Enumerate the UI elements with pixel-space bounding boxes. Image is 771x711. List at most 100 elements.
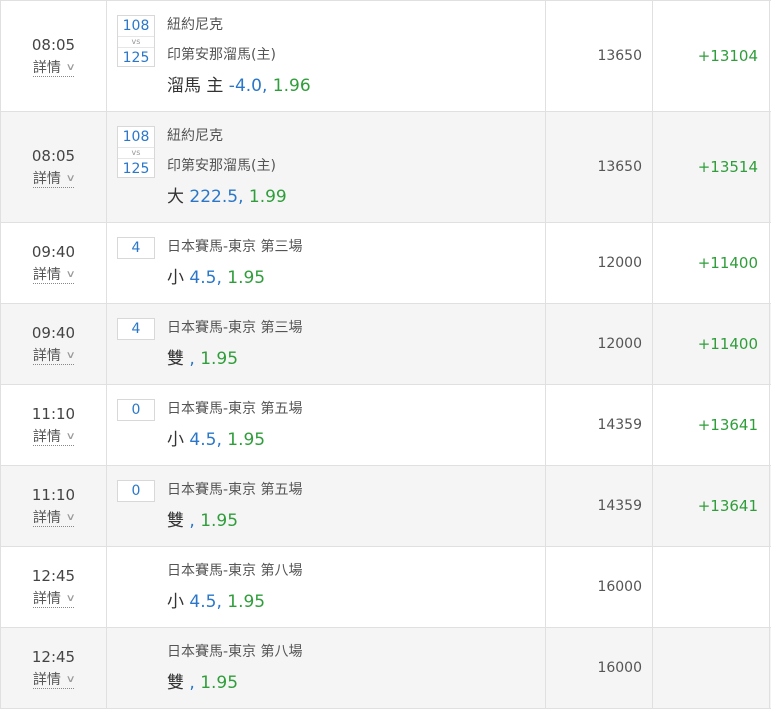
return-cell: +13641 (653, 466, 770, 546)
bet-selection: 小 4.5, 1.95 (167, 429, 537, 451)
odds: 1.99 (243, 187, 287, 207)
vs-label: vs (118, 147, 154, 159)
time-cell: 12:45 詳情 ∨ (0, 547, 107, 627)
event-name: 日本賽馬-東京 第五場 (167, 401, 303, 417)
table-row: 09:40 詳情 ∨ 4 日本賽馬-東京 第三場 雙 , 1.95 12000 … (0, 304, 771, 385)
chevron-down-icon: ∨ (65, 349, 76, 361)
handicap-line: 4.5 (184, 268, 217, 288)
chevron-down-icon: ∨ (65, 172, 76, 184)
details-label: 詳情 (32, 170, 61, 187)
details-label: 詳情 (32, 590, 61, 607)
handicap-line: 4.5 (184, 592, 217, 612)
selection: 雙 (167, 511, 184, 531)
odds: 1.95 (194, 511, 239, 531)
event-name: 日本賽馬-東京 第八場 (167, 563, 303, 579)
time-cell: 08:05 詳情 ∨ (0, 112, 107, 222)
odds: 1.95 (194, 673, 239, 693)
stake-cell: 14359 (546, 385, 653, 465)
away-score: 125 (122, 161, 150, 177)
table-row: 12:45 詳情 ∨ 日本賽馬-東京 第八場 小 4.5, 1.95 16000 (0, 547, 771, 628)
bet-selection: 雙 , 1.95 (167, 510, 537, 532)
result-box: 0 (117, 480, 155, 502)
bet-selection: 小 4.5, 1.95 (167, 591, 537, 613)
event-name: 日本賽馬-東京 第三場 (167, 239, 303, 255)
details-label: 詳情 (32, 59, 61, 76)
odds: 1.95 (221, 268, 266, 288)
details-toggle[interactable]: 詳情 ∨ (32, 347, 76, 365)
away-score: 125 (122, 50, 150, 66)
handicap-line: 222.5 (184, 187, 239, 207)
event-name: 日本賽馬-東京 第八場 (167, 644, 303, 660)
selection: 小 (167, 268, 184, 288)
team-home: 印第安那溜馬(主) (167, 47, 276, 63)
bet-history-table: 08:05 詳情 ∨ 108 vs 125 紐約尼克 印第安那溜馬(主) 溜馬 … (0, 0, 771, 709)
bet-selection: 溜馬 主 -4.0, 1.96 (167, 75, 537, 97)
stake-cell: 12000 (546, 304, 653, 384)
score-box: 108 vs 125 (117, 15, 155, 67)
stake-cell: 16000 (546, 628, 653, 708)
home-score: 108 (122, 129, 150, 145)
event-cell: 4 日本賽馬-東京 第三場 雙 , 1.95 (107, 304, 546, 384)
table-row: 09:40 詳情 ∨ 4 日本賽馬-東京 第三場 小 4.5, 1.95 120… (0, 223, 771, 304)
chevron-down-icon: ∨ (65, 592, 76, 604)
bet-time: 11:10 (31, 485, 76, 504)
event-cell: 0 日本賽馬-東京 第五場 小 4.5, 1.95 (107, 385, 546, 465)
bet-selection: 大 222.5, 1.99 (167, 186, 537, 208)
details-toggle[interactable]: 詳情 ∨ (32, 590, 76, 608)
table-row: 08:05 詳情 ∨ 108 vs 125 紐約尼克 印第安那溜馬(主) 溜馬 … (0, 1, 771, 112)
bet-time: 09:40 (31, 242, 76, 261)
event-cell: 日本賽馬-東京 第八場 雙 , 1.95 (107, 628, 546, 708)
return-cell: +13514 (653, 112, 770, 222)
stake-cell: 16000 (546, 547, 653, 627)
event-cell: 日本賽馬-東京 第八場 小 4.5, 1.95 (107, 547, 546, 627)
odds: 1.96 (267, 76, 311, 96)
bet-time: 08:05 (31, 146, 76, 165)
odds: 1.95 (194, 349, 239, 369)
chevron-down-icon: ∨ (65, 430, 76, 442)
selection: 小 (167, 430, 184, 450)
chevron-down-icon: ∨ (65, 511, 76, 523)
details-toggle[interactable]: 詳情 ∨ (32, 266, 76, 284)
event-name: 日本賽馬-東京 第五場 (167, 482, 303, 498)
event-cell: 108 vs 125 紐約尼克 印第安那溜馬(主) 溜馬 主 -4.0, 1.9… (107, 1, 546, 111)
details-toggle[interactable]: 詳情 ∨ (32, 672, 76, 689)
selection: 大 (167, 187, 184, 207)
odds: 1.95 (221, 592, 266, 612)
time-cell: 12:45 詳情 ∨ (0, 628, 107, 708)
table-row: 12:45 詳情 ∨ 日本賽馬-東京 第八場 雙 , 1.95 16000 (0, 628, 771, 709)
time-cell: 11:10 詳情 ∨ (0, 385, 107, 465)
bet-time: 11:10 (31, 404, 76, 423)
details-label: 詳情 (32, 347, 61, 364)
selection: 溜馬 主 (167, 76, 224, 96)
details-toggle[interactable]: 詳情 ∨ (32, 510, 76, 527)
selection: 雙 (167, 349, 184, 369)
chevron-down-icon: ∨ (65, 673, 76, 685)
selection: 雙 (167, 673, 184, 693)
event-cell: 4 日本賽馬-東京 第三場 小 4.5, 1.95 (107, 223, 546, 303)
chevron-down-icon: ∨ (65, 268, 76, 280)
stake-cell: 12000 (546, 223, 653, 303)
table-row: 11:10 詳情 ∨ 0 日本賽馬-東京 第五場 小 4.5, 1.95 143… (0, 385, 771, 466)
time-cell: 09:40 詳情 ∨ (0, 223, 107, 303)
bet-selection: 小 4.5, 1.95 (167, 267, 537, 289)
handicap-line: -4.0 (223, 76, 262, 96)
vs-label: vs (118, 36, 154, 48)
details-label: 詳情 (32, 266, 61, 283)
details-toggle[interactable]: 詳情 ∨ (32, 59, 76, 77)
event-cell: 108 vs 125 紐約尼克 印第安那溜馬(主) 大 222.5, 1.99 (107, 112, 546, 222)
stake-cell: 13650 (546, 1, 653, 111)
table-row: 08:05 詳情 ∨ 108 vs 125 紐約尼克 印第安那溜馬(主) 大 2… (0, 112, 771, 223)
bet-time: 09:40 (31, 323, 76, 342)
return-cell (653, 628, 770, 708)
chevron-down-icon: ∨ (65, 61, 76, 73)
details-toggle[interactable]: 詳情 ∨ (32, 429, 76, 446)
handicap-line: 4.5 (184, 430, 217, 450)
team-away: 紐約尼克 (167, 128, 223, 144)
odds: 1.95 (221, 430, 266, 450)
bet-selection: 雙 , 1.95 (167, 672, 537, 694)
time-cell: 08:05 詳情 ∨ (0, 1, 107, 111)
bet-time: 12:45 (31, 566, 76, 585)
return-cell: +11400 (653, 223, 770, 303)
details-toggle[interactable]: 詳情 ∨ (32, 170, 76, 188)
event-name: 日本賽馬-東京 第三場 (167, 320, 303, 336)
